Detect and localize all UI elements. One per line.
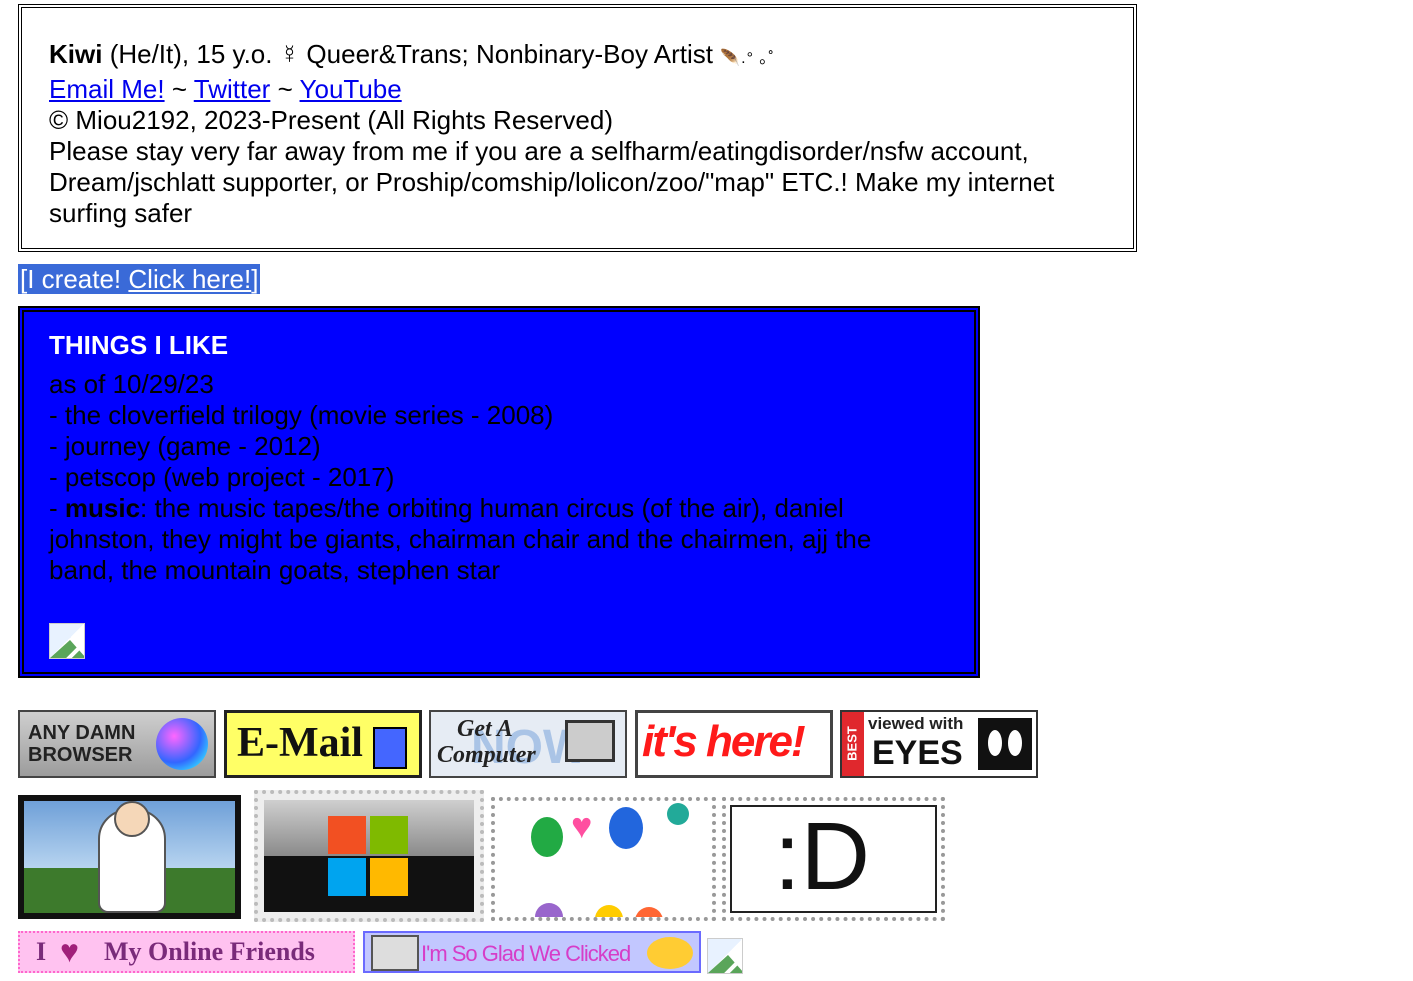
dni-warning: Please stay very far away from me if you… (49, 136, 1055, 228)
profile-links: Email Me! ~ Twitter ~ YouTube (49, 74, 1113, 105)
likes-item: - journey (game - 2012) (49, 431, 321, 461)
button-text: ANY DAMN (28, 722, 136, 744)
get-a-computer-button[interactable]: NOW Get A Computer (429, 710, 627, 778)
music-label: music (64, 493, 141, 523)
glad-we-clicked-blinkie: I'm So Glad We Clicked (363, 931, 701, 973)
mail-icon (373, 727, 407, 769)
windows-logo-stamp (254, 790, 484, 922)
likes-item: - petscop (web project - 2017) (49, 462, 395, 492)
sparkle-decoration: 🪶.° ｡˚ (720, 50, 775, 67)
likes-content: THINGS I LIKE as of 10/29/23 - the clove… (49, 330, 918, 586)
likes-date: as of 10/29/23 (49, 369, 214, 399)
online-friends-blinkie: I ♥ My Online Friends (18, 931, 355, 973)
likes-item: - the cloverfield trilogy (movie series … (49, 400, 554, 430)
button-text: EYES (872, 734, 963, 772)
smiley-text: :D (774, 803, 870, 910)
eyes-icon (978, 718, 1032, 770)
broken-image-icon (49, 623, 85, 659)
profile-content: Kiwi (He/It), 15 y.o. ☿ Queer&Trans; Non… (49, 39, 1113, 229)
twitter-link[interactable]: Twitter (194, 74, 271, 104)
button-side-text: BEST (844, 726, 860, 761)
email-link[interactable]: Email Me! (49, 74, 165, 104)
create-click-link[interactable]: Click here! (128, 264, 251, 294)
button-text: it's here! (642, 717, 806, 766)
balloon-icon (667, 803, 689, 825)
blinkie-text: My Online Friends (104, 937, 315, 966)
button-text: viewed with (868, 714, 964, 733)
balloon-icon (609, 807, 643, 849)
likes-title: THINGS I LIKE (49, 330, 229, 360)
link-separator: ~ (171, 74, 187, 104)
copyright-text: © Miou2192, 2023-Present (All Rights Res… (49, 105, 613, 135)
balloons-stamp: ♥ (491, 797, 716, 921)
button-text: Computer (437, 742, 536, 768)
profile-pronouns: (He/It), 15 y.o. ☿ Queer&Trans; Nonbinar… (109, 39, 713, 69)
things-i-like-box: THINGS I LIKE as of 10/29/23 - the clove… (18, 306, 980, 678)
link-separator: ~ (277, 74, 293, 104)
music-prefix: - (49, 493, 65, 523)
globe-icon (156, 718, 208, 770)
blinkie-prefix: I (36, 937, 47, 966)
broken-image-icon (707, 938, 743, 974)
computer-icon (371, 935, 419, 971)
button-text: Get A (457, 716, 513, 742)
youtube-link[interactable]: YouTube (300, 74, 402, 104)
computer-icon (565, 720, 615, 762)
email-button[interactable]: E-Mail (224, 710, 422, 778)
smiley-stamp: :D (722, 797, 945, 921)
likes-music: - music: the music tapes/the orbiting hu… (49, 493, 918, 586)
windows-logo-icon (328, 816, 408, 896)
create-suffix: ] (251, 264, 259, 294)
heart-icon: ♥ (60, 933, 79, 969)
music-list: : the music tapes/the orbiting human cir… (49, 493, 872, 585)
button-text: BROWSER (28, 744, 133, 766)
blinkie-text: I'm So Glad We Clicked (421, 941, 631, 966)
smiley-faces-icon (647, 937, 693, 969)
any-damn-browser-button[interactable]: ANY DAMN BROWSER (18, 710, 216, 778)
cartoon-man-stamp (18, 795, 241, 919)
its-here-button[interactable]: it's here! (635, 710, 833, 778)
heart-icon: ♥ (571, 805, 593, 846)
button-text: E-Mail (237, 720, 363, 766)
profile-name: Kiwi (49, 39, 103, 69)
create-prefix: [I create! (20, 264, 129, 294)
profile-box: Kiwi (He/It), 15 y.o. ☿ Queer&Trans; Non… (18, 4, 1137, 252)
profile-header: Kiwi (He/It), 15 y.o. ☿ Queer&Trans; Non… (49, 39, 1113, 74)
viewed-with-eyes-button[interactable]: BEST viewed with EYES (840, 710, 1038, 778)
balloon-icon (531, 817, 563, 857)
create-banner: [I create! Click here!] (18, 264, 261, 294)
